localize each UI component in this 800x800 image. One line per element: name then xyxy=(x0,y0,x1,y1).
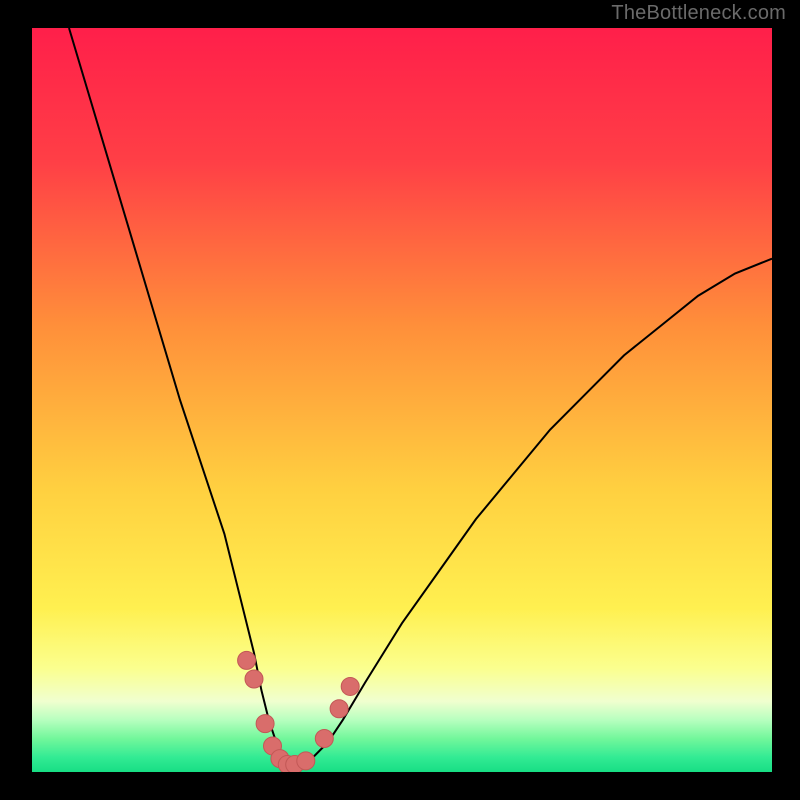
curve-marker xyxy=(341,677,359,695)
curve-marker xyxy=(256,715,274,733)
chart-background xyxy=(32,28,772,772)
curve-marker xyxy=(245,670,263,688)
curve-marker xyxy=(297,752,315,770)
chart-svg xyxy=(32,28,772,772)
watermark-text: TheBottleneck.com xyxy=(611,2,786,25)
curve-marker xyxy=(330,700,348,718)
curve-marker xyxy=(238,651,256,669)
curve-marker xyxy=(315,730,333,748)
app-frame: TheBottleneck.com xyxy=(0,0,800,800)
bottleneck-chart xyxy=(32,28,772,772)
